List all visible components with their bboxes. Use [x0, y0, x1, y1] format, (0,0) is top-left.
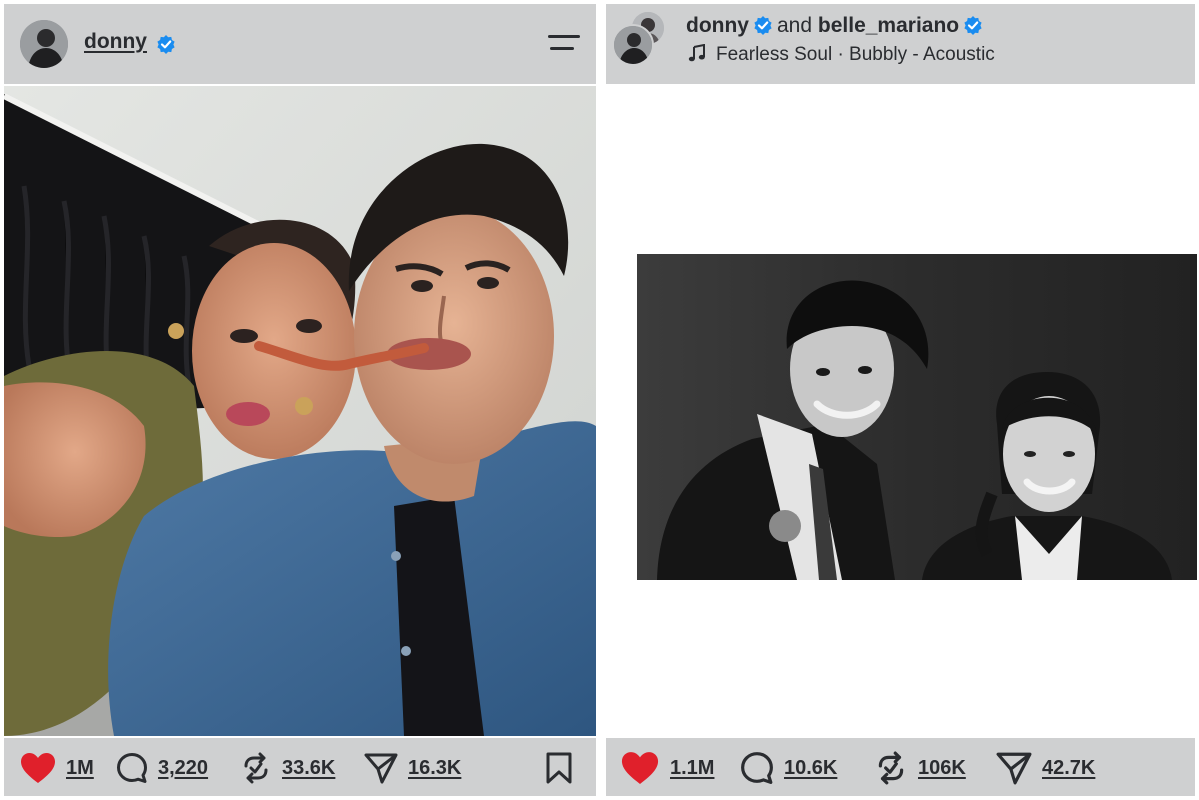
collab-username[interactable]: belle_mariano	[818, 14, 959, 37]
comment-icon[interactable]	[116, 752, 148, 784]
music-info[interactable]: Fearless Soul · Bubbly - Acoustic	[688, 44, 995, 66]
avatar[interactable]	[20, 20, 68, 68]
heart-icon[interactable]	[620, 751, 660, 785]
like-count[interactable]: 1M	[66, 757, 94, 780]
share-icon[interactable]	[996, 751, 1032, 785]
menu-icon[interactable]	[548, 32, 580, 56]
share-action[interactable]: 16.3K	[364, 752, 461, 784]
username[interactable]: donny	[686, 14, 749, 37]
heart-icon[interactable]	[20, 752, 56, 784]
comment-count[interactable]: 10.6K	[784, 757, 837, 780]
share-action[interactable]: 42.7K	[996, 751, 1095, 785]
avatar[interactable]	[612, 24, 654, 66]
repost-action[interactable]: 33.6K	[240, 752, 335, 784]
comment-action[interactable]: 10.6K	[740, 752, 837, 784]
like-count[interactable]: 1.1M	[670, 757, 714, 780]
repost-icon[interactable]	[874, 751, 908, 785]
left-post-actions: 1M 3,220 33.6K 16.3K	[4, 738, 596, 796]
right-post-header: donny and belle_mariano Fearless Soul · …	[606, 4, 1195, 84]
share-count[interactable]: 42.7K	[1042, 757, 1095, 780]
music-label: Fearless Soul · Bubbly - Acoustic	[716, 44, 995, 65]
collab-joiner: and	[777, 14, 813, 37]
repost-action[interactable]: 106K	[874, 751, 966, 785]
comment-icon[interactable]	[740, 751, 774, 785]
like-action[interactable]: 1.1M	[620, 752, 714, 784]
like-action[interactable]: 1M	[20, 752, 94, 784]
right-post: donny and belle_mariano Fearless Soul · …	[604, 0, 1199, 800]
verified-badge-icon	[157, 35, 175, 54]
share-count[interactable]: 16.3K	[408, 757, 461, 780]
comment-count[interactable]: 3,220	[158, 757, 208, 780]
post-photo[interactable]	[637, 254, 1197, 580]
left-post-header: donny	[4, 4, 596, 84]
music-note-icon	[688, 44, 705, 62]
post-canvas	[606, 86, 1197, 736]
repost-count[interactable]: 106K	[918, 757, 966, 780]
post-photo[interactable]	[4, 86, 596, 736]
repost-icon[interactable]	[240, 752, 272, 784]
left-post: donny 1M 3,220 33.6K 16.3K	[0, 0, 600, 800]
right-post-actions: 1.1M 10.6K 106K 42.7K	[606, 738, 1195, 796]
username[interactable]: donny	[84, 30, 147, 54]
comment-action[interactable]: 3,220	[116, 752, 208, 784]
share-icon[interactable]	[364, 752, 398, 784]
collab-title: donny and belle_mariano	[686, 14, 987, 38]
repost-count[interactable]: 33.6K	[282, 757, 335, 780]
verified-badge-icon	[754, 16, 772, 35]
verified-badge-icon	[964, 16, 982, 35]
bookmark-icon[interactable]	[544, 752, 574, 784]
